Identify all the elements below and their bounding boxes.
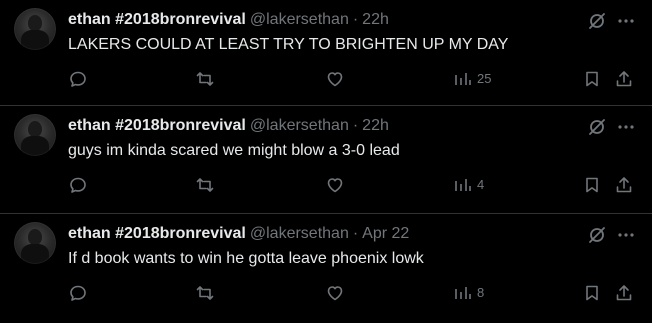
share-icon bbox=[614, 69, 634, 89]
separator-dot: · bbox=[352, 117, 359, 134]
bookmark-button[interactable] bbox=[582, 68, 602, 90]
views-icon bbox=[453, 69, 471, 89]
more-icon[interactable] bbox=[615, 224, 637, 246]
like-button[interactable] bbox=[325, 174, 345, 196]
views-button[interactable]: 4 bbox=[453, 174, 484, 196]
reply-icon bbox=[68, 175, 88, 195]
bookmark-icon bbox=[582, 283, 602, 303]
action-bar: 8 bbox=[0, 282, 652, 304]
tweet[interactable]: ethan #2018bronrevival @lakersethan · 22h g… bbox=[0, 106, 652, 214]
user-handle[interactable]: @lakersethan bbox=[250, 225, 349, 242]
views-icon bbox=[453, 175, 471, 195]
repost-icon bbox=[195, 283, 215, 303]
share-button[interactable] bbox=[614, 282, 634, 304]
avatar[interactable] bbox=[14, 222, 56, 264]
share-button[interactable] bbox=[614, 68, 634, 90]
action-bar: 4 bbox=[0, 174, 652, 196]
reply-button[interactable] bbox=[68, 282, 88, 304]
like-icon bbox=[325, 69, 345, 89]
tweet-text: If d book wants to win he gotta leave ph… bbox=[68, 250, 424, 267]
grok-icon[interactable] bbox=[586, 116, 608, 138]
display-name[interactable]: ethan #2018bronrevival bbox=[68, 225, 246, 242]
like-button[interactable] bbox=[325, 68, 345, 90]
grok-icon[interactable] bbox=[586, 224, 608, 246]
tweet-feed: ethan #2018bronrevival @lakersethan · 22h L… bbox=[0, 0, 652, 323]
repost-button[interactable] bbox=[195, 174, 215, 196]
views-button[interactable]: 8 bbox=[453, 282, 484, 304]
share-icon bbox=[614, 283, 634, 303]
user-handle[interactable]: @lakersethan bbox=[250, 117, 349, 134]
tweet[interactable]: ethan #2018bronrevival @lakersethan · Apr 2… bbox=[0, 214, 652, 323]
bookmark-button[interactable] bbox=[582, 282, 602, 304]
timestamp[interactable]: 22h bbox=[362, 117, 389, 134]
reply-icon bbox=[68, 69, 88, 89]
avatar[interactable] bbox=[14, 114, 56, 156]
views-button[interactable]: 25 bbox=[453, 68, 491, 90]
timestamp[interactable]: 22h bbox=[362, 11, 389, 28]
grok-icon[interactable] bbox=[586, 10, 608, 32]
views-count: 8 bbox=[477, 285, 485, 300]
tweet-header: ethan #2018bronrevival @lakersethan · 22h bbox=[68, 116, 389, 136]
share-button[interactable] bbox=[614, 174, 634, 196]
separator-dot: · bbox=[352, 225, 359, 242]
display-name[interactable]: ethan #2018bronrevival bbox=[68, 117, 246, 134]
views-icon bbox=[453, 283, 471, 303]
repost-icon bbox=[195, 175, 215, 195]
action-bar: 25 bbox=[0, 68, 652, 90]
more-icon[interactable] bbox=[615, 10, 637, 32]
views-count: 4 bbox=[477, 177, 485, 192]
reply-button[interactable] bbox=[68, 174, 88, 196]
tweet-header: ethan #2018bronrevival @lakersethan · Apr 2… bbox=[68, 224, 409, 244]
user-handle[interactable]: @lakersethan bbox=[250, 11, 349, 28]
bookmark-icon bbox=[582, 69, 602, 89]
tweet[interactable]: ethan #2018bronrevival @lakersethan · 22h L… bbox=[0, 0, 652, 106]
views-count: 25 bbox=[477, 71, 492, 86]
like-icon bbox=[325, 175, 345, 195]
tweet-text: guys im kinda scared we might blow a 3-0… bbox=[68, 142, 400, 159]
more-icon[interactable] bbox=[615, 116, 637, 138]
tweet-text: LAKERS COULD AT LEAST TRY TO BRIGHTEN UP… bbox=[68, 36, 509, 53]
separator-dot: · bbox=[352, 11, 359, 28]
bookmark-icon bbox=[582, 175, 602, 195]
avatar[interactable] bbox=[14, 8, 56, 50]
repost-icon bbox=[195, 69, 215, 89]
repost-button[interactable] bbox=[195, 282, 215, 304]
repost-button[interactable] bbox=[195, 68, 215, 90]
reply-button[interactable] bbox=[68, 68, 88, 90]
share-icon bbox=[614, 175, 634, 195]
tweet-header: ethan #2018bronrevival @lakersethan · 22h bbox=[68, 10, 389, 30]
timestamp[interactable]: Apr 22 bbox=[362, 225, 409, 242]
display-name[interactable]: ethan #2018bronrevival bbox=[68, 11, 246, 28]
like-button[interactable] bbox=[325, 282, 345, 304]
bookmark-button[interactable] bbox=[582, 174, 602, 196]
like-icon bbox=[325, 283, 345, 303]
reply-icon bbox=[68, 283, 88, 303]
